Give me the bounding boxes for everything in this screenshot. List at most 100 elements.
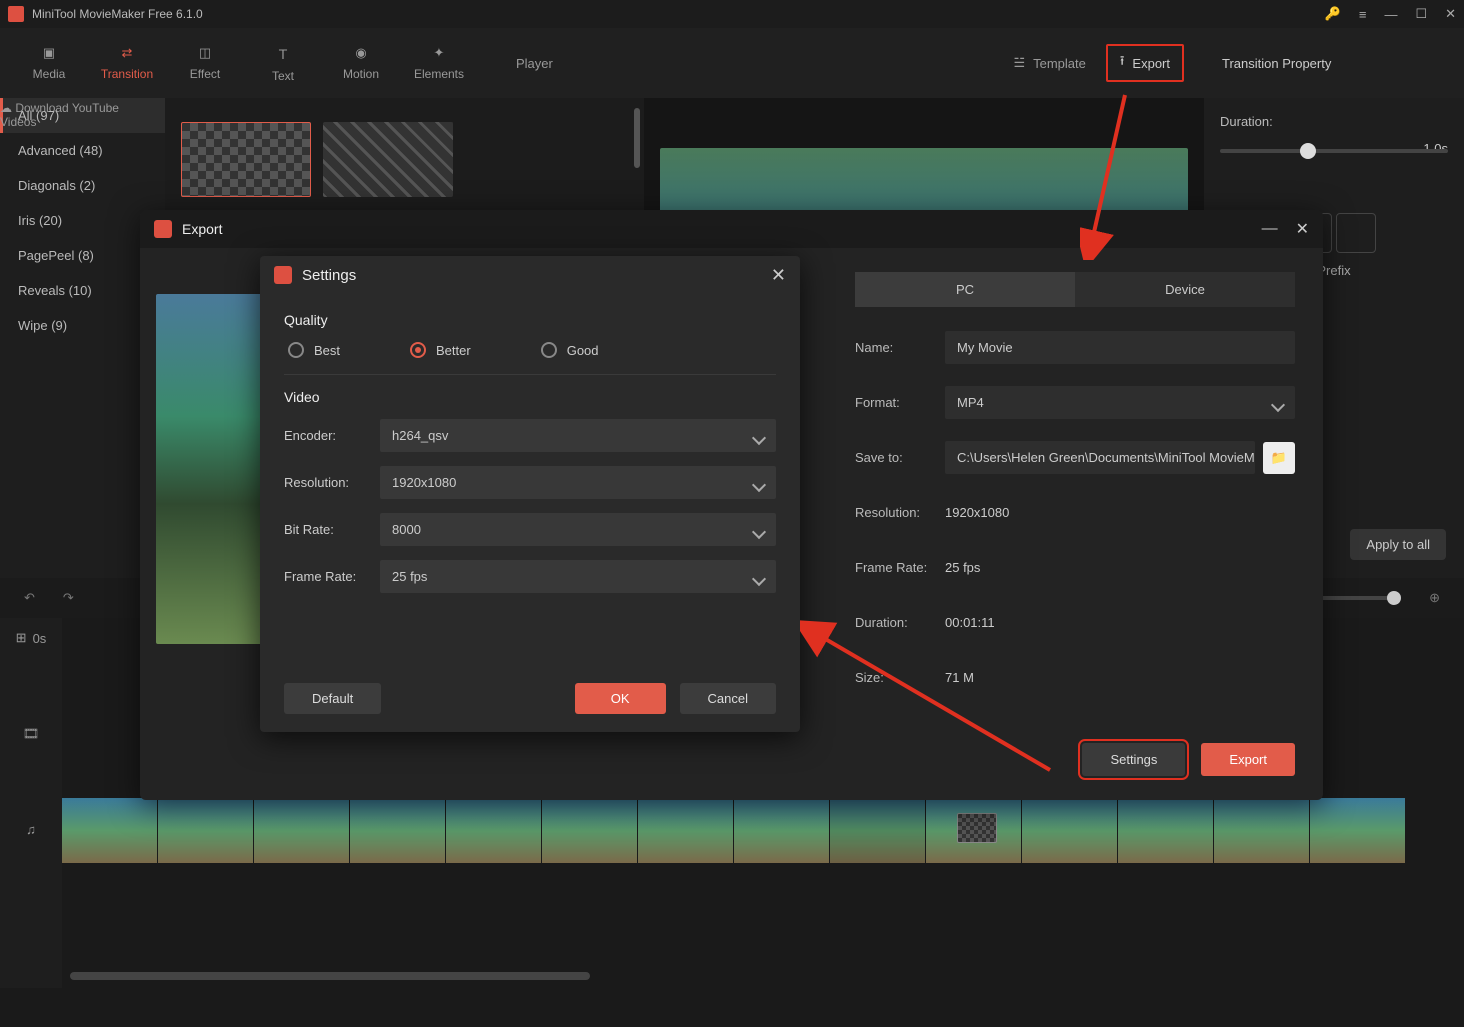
elements-icon: ✦: [434, 45, 445, 61]
name-label: Name:: [855, 340, 945, 355]
duration-label: Duration:: [1220, 114, 1448, 129]
redo-icon[interactable]: ↷: [63, 590, 74, 606]
close-icon[interactable]: ✕: [771, 265, 786, 286]
resolution-select[interactable]: 1920x1080: [380, 466, 776, 499]
transition-thumb[interactable]: [323, 122, 453, 197]
duration-slider[interactable]: [1220, 149, 1448, 153]
effect-icon: ◫: [199, 45, 211, 61]
duration-label: Duration:: [855, 615, 945, 630]
tab-pc[interactable]: PC: [855, 272, 1075, 307]
settings-dialog: Settings ✕ Quality Best Better Good Vide…: [260, 256, 800, 732]
clip[interactable]: [1310, 798, 1405, 863]
name-input[interactable]: My Movie: [945, 331, 1295, 364]
minimize-icon[interactable]: —: [1262, 220, 1278, 238]
clip[interactable]: [254, 798, 349, 863]
clip[interactable]: [446, 798, 541, 863]
apply-to-all-button[interactable]: Apply to all: [1350, 529, 1446, 560]
bitrate-select[interactable]: 8000: [380, 513, 776, 546]
player-label: Player: [516, 56, 553, 71]
clip[interactable]: [62, 798, 157, 863]
timeline-position: 0s: [33, 631, 47, 646]
menu-icon[interactable]: ≡: [1359, 7, 1367, 22]
clip[interactable]: [1214, 798, 1309, 863]
scrollbar-horizontal[interactable]: [70, 972, 590, 980]
size-label: Size:: [855, 670, 945, 685]
video-track[interactable]: [62, 798, 1454, 863]
saveto-label: Save to:: [855, 450, 945, 465]
cancel-button[interactable]: Cancel: [680, 683, 776, 714]
toolbar-elements[interactable]: ✦ Elements: [400, 28, 478, 98]
clip[interactable]: [830, 798, 925, 863]
framerate-value: 25 fps: [945, 551, 1295, 584]
export-button-top[interactable]: ⭱ Export: [1106, 44, 1184, 82]
transition-thumb[interactable]: [181, 122, 311, 197]
slider-thumb[interactable]: [1300, 143, 1316, 159]
format-label: Format:: [855, 395, 945, 410]
browse-folder-button[interactable]: 📁: [1263, 442, 1295, 474]
saveto-input[interactable]: C:\Users\Helen Green\Documents\MiniTool …: [945, 441, 1255, 474]
video-heading: Video: [284, 389, 776, 405]
zoom-in-icon[interactable]: ⊕: [1429, 590, 1440, 606]
key-icon[interactable]: 🔑: [1325, 6, 1341, 22]
transition-on-clip[interactable]: [957, 813, 997, 843]
layers-icon: ☱: [1013, 55, 1025, 71]
ok-button[interactable]: OK: [575, 683, 666, 714]
undo-icon[interactable]: ↶: [24, 590, 35, 606]
duration-value: 00:01:11: [945, 606, 1295, 639]
toolbar-effect[interactable]: ◫ Effect: [166, 28, 244, 98]
video-track-icon: 🎞: [23, 726, 40, 742]
clip[interactable]: [158, 798, 253, 863]
app-title: MiniTool MovieMaker Free 6.1.0: [32, 7, 1325, 21]
upload-icon: ⭱: [1120, 52, 1125, 74]
clip[interactable]: [638, 798, 733, 863]
clip[interactable]: [1118, 798, 1213, 863]
toolbar-motion[interactable]: ◉ Motion: [322, 28, 400, 98]
framerate-label: Frame Rate:: [284, 569, 380, 584]
clip[interactable]: [350, 798, 445, 863]
player-header: Player ☱ Template ⭱ Export: [496, 28, 1204, 98]
quality-radio-group: Best Better Good: [284, 342, 776, 358]
framerate-label: Frame Rate:: [855, 560, 945, 575]
settings-dialog-title: Settings: [302, 267, 771, 284]
motion-icon: ◉: [355, 45, 366, 61]
encoder-label: Encoder:: [284, 428, 380, 443]
minimize-icon[interactable]: —: [1384, 7, 1397, 22]
template-button[interactable]: ☱ Template: [1013, 55, 1085, 71]
encoder-select[interactable]: h264_qsv: [380, 419, 776, 452]
add-track-icon[interactable]: ⊞: [16, 630, 27, 646]
folder-icon: 📁: [1271, 450, 1287, 466]
export-target-tabs: PC Device: [855, 272, 1295, 307]
audio-track-icon: ♫: [26, 822, 36, 837]
preset-prefix-2[interactable]: [1336, 213, 1376, 253]
size-value: 71 M: [945, 661, 1295, 694]
sidebar-item-advanced[interactable]: Advanced (48): [0, 133, 165, 168]
toolbar-transition[interactable]: ⇄ Transition: [88, 28, 166, 98]
app-logo: [274, 266, 292, 284]
scrollbar-vertical[interactable]: [634, 108, 640, 168]
toolbar-media[interactable]: ▣ Media: [10, 28, 88, 98]
default-button[interactable]: Default: [284, 683, 381, 714]
tab-device[interactable]: Device: [1075, 272, 1295, 307]
close-icon[interactable]: ✕: [1445, 6, 1456, 22]
clip[interactable]: [542, 798, 637, 863]
toolbar: ▣ Media ⇄ Transition ◫ Effect Ｔ Text ◉ M…: [0, 28, 1464, 98]
export-confirm-button[interactable]: Export: [1201, 743, 1295, 776]
toolbar-text[interactable]: Ｔ Text: [244, 28, 322, 98]
app-logo: [8, 6, 24, 22]
quality-better[interactable]: Better: [410, 342, 471, 358]
transition-icon: ⇄: [122, 45, 133, 61]
quality-best[interactable]: Best: [288, 342, 340, 358]
titlebar: MiniTool MovieMaker Free 6.1.0 🔑 ≡ — ☐ ✕: [0, 0, 1464, 28]
export-settings-button[interactable]: Settings: [1082, 743, 1185, 776]
resolution-label: Resolution:: [855, 505, 945, 520]
quality-good[interactable]: Good: [541, 342, 599, 358]
bitrate-label: Bit Rate:: [284, 522, 380, 537]
folder-icon: ▣: [43, 45, 55, 61]
framerate-select[interactable]: 25 fps: [380, 560, 776, 593]
clip[interactable]: [734, 798, 829, 863]
maximize-icon[interactable]: ☐: [1415, 6, 1427, 22]
close-icon[interactable]: ✕: [1296, 219, 1309, 239]
format-select[interactable]: MP4: [945, 386, 1295, 419]
clip[interactable]: [1022, 798, 1117, 863]
sidebar-item-diagonals[interactable]: Diagonals (2): [0, 168, 165, 203]
